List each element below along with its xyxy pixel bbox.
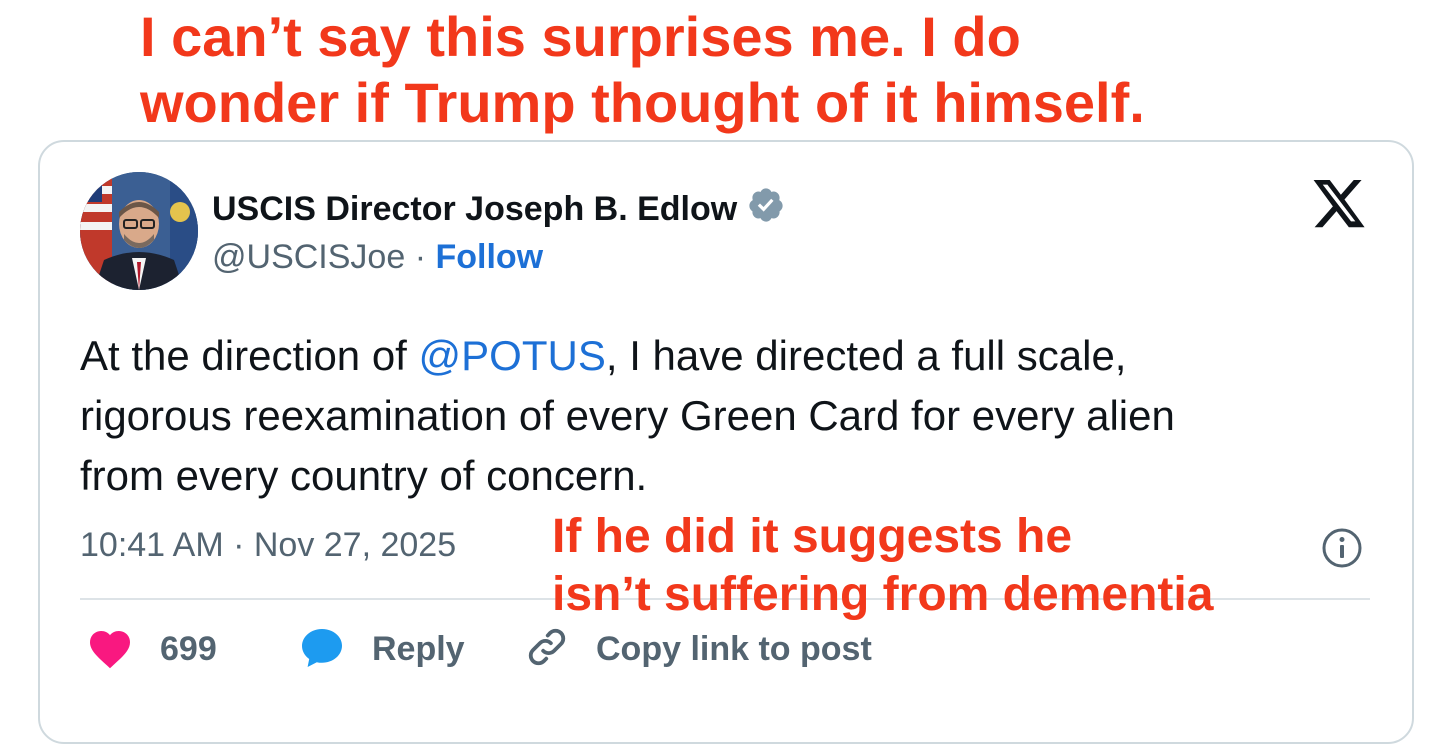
annotation-top-line2: wonder if Trump thought of it himself. xyxy=(140,71,1145,134)
post-text-line2: rigorous reexamination of every Green Ca… xyxy=(80,392,1175,439)
follow-button[interactable]: Follow xyxy=(435,238,543,276)
copy-link-button[interactable]: Copy link to post xyxy=(524,624,872,674)
like-button[interactable]: 699 xyxy=(86,624,217,674)
post-text-prefix: At the direction of xyxy=(80,332,419,379)
heart-icon xyxy=(86,625,134,674)
mention-link[interactable]: @POTUS xyxy=(419,332,606,379)
x-logo-icon[interactable] xyxy=(1310,180,1368,232)
author-display-name[interactable]: USCIS Director Joseph B. Edlow xyxy=(212,190,737,229)
post-text: At the direction of @POTUS, I have direc… xyxy=(80,326,1360,506)
annotation-bottom: If he did it suggests he isn’t suffering… xyxy=(552,508,1213,624)
post-text-line1: At the direction of @POTUS, I have direc… xyxy=(80,326,1360,386)
handle-separator: · xyxy=(414,238,427,276)
post-text-suffix: , I have directed a full scale, xyxy=(605,332,1127,379)
verified-badge-icon xyxy=(747,186,785,233)
author-name-row[interactable]: USCIS Director Joseph B. Edlow xyxy=(212,186,785,233)
reply-label: Reply xyxy=(372,629,465,668)
reply-bubble-icon xyxy=(298,625,346,674)
post-text-line3: from every country of concern. xyxy=(80,452,648,499)
avatar-image xyxy=(80,172,198,290)
author-handle[interactable]: @USCISJoe xyxy=(212,238,405,276)
annotation-bottom-line2: isn’t suffering from dementia xyxy=(552,568,1214,621)
handle-row: @USCISJoe · Follow xyxy=(212,238,543,277)
info-icon[interactable] xyxy=(1320,526,1364,570)
annotation-top-line1: I can’t say this surprises me. I do xyxy=(140,5,1021,68)
post-timestamp[interactable]: 10:41 AM · Nov 27, 2025 xyxy=(80,526,456,565)
annotation-top: I can’t say this surprises me. I do wond… xyxy=(140,4,1145,136)
annotation-bottom-line1: If he did it suggests he xyxy=(552,510,1073,563)
copy-link-label: Copy link to post xyxy=(596,629,872,668)
reply-button[interactable]: Reply xyxy=(298,624,465,674)
like-count: 699 xyxy=(160,629,217,668)
link-icon xyxy=(524,624,570,675)
avatar[interactable] xyxy=(80,172,198,290)
